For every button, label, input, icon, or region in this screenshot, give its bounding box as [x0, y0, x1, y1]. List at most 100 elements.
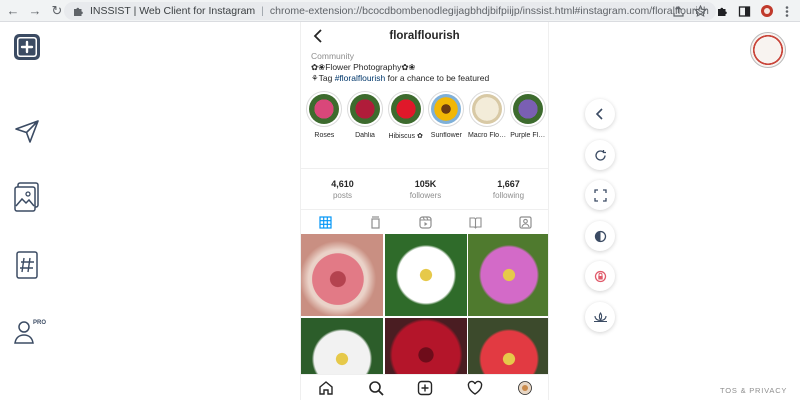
highlight-cover: [472, 94, 503, 124]
bio-line-2: ⚘Tag #floralflourish for a chance to be …: [311, 73, 538, 84]
stat-following[interactable]: 1,667 following: [467, 169, 548, 209]
highlight-label: Roses: [314, 132, 335, 139]
highlight-item[interactable]: Roses: [304, 91, 345, 140]
collapse-chevron-button[interactable]: [585, 99, 615, 129]
nav-profile[interactable]: [516, 379, 534, 397]
highlight-cover: [390, 94, 421, 124]
ghost-mode-button[interactable]: [585, 261, 615, 291]
tab-grid[interactable]: [301, 210, 351, 234]
tos-privacy-link[interactable]: TOS & PRIVACY: [720, 386, 787, 395]
gallery-icon[interactable]: [10, 180, 44, 214]
instagram-profile-panel: floralflourish Community ✿❀Flower Photog…: [300, 22, 549, 400]
heart-icon: [468, 380, 483, 395]
refresh-icon: [594, 149, 606, 161]
highlight-label: Purple Fl…: [510, 132, 546, 139]
nav-new-post[interactable]: [416, 379, 434, 397]
zen-mode-button[interactable]: [585, 302, 615, 332]
profile-tabs: [301, 210, 548, 234]
post-thumbnail[interactable]: [468, 234, 548, 316]
browser-toolbar: ← → ↻ INSSIST | Web Client for Instagram…: [0, 0, 800, 22]
highlight-cover: [350, 94, 380, 124]
bottom-navigation: [301, 374, 548, 400]
lock-icon: [594, 270, 606, 282]
highlight-item[interactable]: Dahlia: [345, 91, 386, 140]
home-icon: [319, 380, 333, 395]
stat-label: followers: [409, 190, 442, 200]
nav-activity[interactable]: [466, 379, 484, 397]
stat-posts[interactable]: 4,610 posts: [301, 169, 384, 209]
page-title: INSSIST | Web Client for Instagram: [90, 5, 256, 17]
bio-tag-suffix: for a chance to be featured: [385, 73, 490, 83]
side-panel-icon[interactable]: [738, 5, 751, 18]
back-arrow-icon[interactable]: ←: [4, 2, 22, 20]
refresh-button[interactable]: [585, 140, 615, 170]
post-thumbnail[interactable]: [384, 234, 467, 316]
highlight-item[interactable]: Sunflower: [426, 91, 467, 140]
profile-avatar-icon: [518, 380, 532, 395]
share-icon[interactable]: [672, 5, 685, 18]
extensions-puzzle-icon[interactable]: [716, 5, 729, 18]
profile-avatar-icon[interactable]: [760, 4, 776, 18]
nav-search[interactable]: [367, 379, 385, 397]
story-highlights: Roses Dahlia Hibiscus ✿ Sunflower Macro Flo……: [301, 85, 548, 140]
tab-igtv[interactable]: [351, 210, 401, 234]
highlight-cover: [512, 94, 543, 124]
profile-header: floralflourish: [301, 22, 548, 50]
chevron-left-icon: [595, 108, 603, 120]
expand-arrows-icon: [593, 188, 607, 202]
stat-value: 105K: [414, 178, 437, 189]
send-icon[interactable]: [10, 114, 44, 148]
highlight-label: Dahlia: [355, 132, 375, 139]
highlight-label: Macro Flo…: [467, 132, 507, 139]
highlight-item[interactable]: Hibiscus ✿: [385, 91, 426, 140]
stat-value: 1,667: [497, 178, 520, 189]
nav-home[interactable]: [317, 379, 335, 397]
page-url: chrome-extension://bcocdbombenodlegijagb…: [269, 5, 709, 17]
title-url-separator: |: [261, 5, 264, 17]
highlight-label: Sunflower: [430, 132, 462, 139]
account-avatar[interactable]: [750, 32, 786, 68]
extension-puzzle-icon: [74, 7, 83, 16]
dark-mode-button[interactable]: [585, 221, 615, 251]
tab-tagged[interactable]: [500, 210, 548, 234]
bookmark-star-icon[interactable]: [694, 4, 707, 18]
new-post-icon[interactable]: [10, 30, 44, 64]
profile-stats: 4,610 posts 105K followers 1,667 followi…: [301, 168, 548, 210]
bio-hashtag-link[interactable]: #floralflourish: [335, 73, 386, 83]
stat-value: 4,610: [331, 178, 354, 189]
toolbar-icons: [672, 4, 789, 18]
expand-button[interactable]: [585, 180, 615, 210]
profile-bio: Community ✿❀Flower Photography✿❀ ⚘Tag #f…: [301, 50, 548, 85]
forward-arrow-icon[interactable]: →: [26, 2, 44, 20]
lotus-icon: [593, 311, 607, 322]
tab-reels[interactable]: [401, 210, 451, 234]
back-chevron-icon[interactable]: [311, 28, 327, 44]
igtv-icon: [371, 215, 380, 229]
tagged-person-icon: [518, 215, 532, 229]
stat-label: posts: [332, 190, 353, 200]
bio-line-1: ✿❀Flower Photography✿❀: [311, 62, 416, 72]
highlight-item[interactable]: Macro Flo…: [467, 91, 508, 140]
bio-tag-prefix: ⚘Tag: [311, 73, 335, 83]
highlight-ring: [347, 91, 383, 127]
highlight-ring: [428, 91, 465, 127]
highlight-label: Hibiscus ✿: [388, 133, 423, 140]
menu-kebab-icon[interactable]: [785, 5, 789, 18]
highlight-item[interactable]: Purple Fl…: [507, 91, 548, 140]
stat-label: following: [492, 190, 525, 200]
profile-username: floralflourish: [389, 30, 460, 42]
tab-guides[interactable]: [450, 210, 500, 234]
grid-icon: [319, 215, 332, 229]
highlight-ring: [306, 91, 343, 127]
post-thumbnail[interactable]: [301, 234, 383, 316]
stat-followers[interactable]: 105K followers: [384, 169, 467, 209]
address-bar[interactable]: INSSIST | Web Client for Instagram | chr…: [64, 2, 716, 20]
highlight-ring: [387, 91, 424, 127]
pro-badge: PRO: [33, 320, 47, 326]
highlight-cover: [431, 94, 462, 124]
search-icon: [368, 380, 384, 396]
hashtag-icon[interactable]: [10, 248, 44, 282]
profile-category: Community: [311, 51, 354, 61]
highlight-ring: [509, 91, 546, 127]
half-moon-icon: [594, 230, 606, 242]
